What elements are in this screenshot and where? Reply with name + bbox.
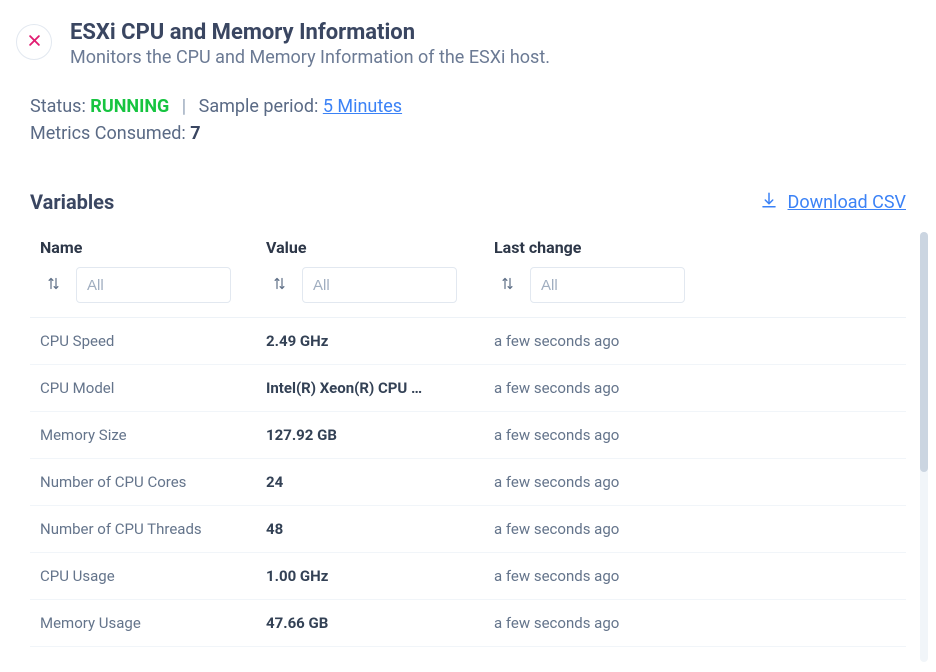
filter-input-last-change[interactable]	[530, 267, 685, 303]
table-row[interactable]: CPU ModelIntel(R) Xeon(R) CPU …a few sec…	[30, 365, 906, 412]
cell-value: 48	[266, 520, 494, 538]
filter-input-name[interactable]	[76, 267, 231, 303]
page-title: ESXi CPU and Memory Information	[70, 20, 906, 45]
metrics-line: Metrics Consumed: 7	[30, 123, 906, 144]
page-subtitle: Monitors the CPU and Memory Information …	[70, 47, 906, 68]
status-label: Status:	[30, 96, 90, 117]
sort-button-last-change[interactable]	[494, 272, 520, 298]
cell-name: CPU Speed	[40, 332, 266, 350]
download-csv-label: Download CSV	[788, 192, 906, 213]
cell-last-change: a few seconds ago	[494, 473, 896, 491]
sample-period-link[interactable]: 5 Minutes	[323, 96, 402, 117]
scrollbar-thumb[interactable]	[920, 232, 928, 472]
scrollbar-vertical[interactable]	[920, 232, 928, 662]
filter-input-value[interactable]	[302, 267, 457, 303]
cell-name: CPU Usage	[40, 567, 266, 585]
download-icon	[760, 191, 778, 214]
cell-value: 24	[266, 473, 494, 491]
metrics-value: 7	[190, 123, 200, 144]
cell-value: 47.66 GB	[266, 614, 494, 632]
variables-table: Name Value	[30, 232, 906, 647]
cell-last-change: a few seconds ago	[494, 614, 896, 632]
table-row[interactable]: Memory Size127.92 GBa few seconds ago	[30, 412, 906, 459]
cell-last-change: a few seconds ago	[494, 332, 896, 350]
status-separator: |	[182, 96, 186, 117]
table-row[interactable]: Number of CPU Threads48a few seconds ago	[30, 506, 906, 553]
sort-icon	[272, 276, 287, 295]
column-header-name: Name	[40, 238, 266, 257]
column-header-value: Value	[266, 238, 494, 257]
table-row[interactable]: Number of CPU Cores24a few seconds ago	[30, 459, 906, 506]
sort-icon	[46, 276, 61, 295]
table-body: CPU Speed2.49 GHza few seconds agoCPU Mo…	[30, 318, 906, 647]
cell-last-change: a few seconds ago	[494, 567, 896, 585]
cell-value: 2.49 GHz	[266, 332, 494, 350]
table-row[interactable]: CPU Usage1.00 GHza few seconds ago	[30, 553, 906, 600]
cell-last-change: a few seconds ago	[494, 426, 896, 444]
cell-value: Intel(R) Xeon(R) CPU …	[266, 379, 494, 397]
cell-last-change: a few seconds ago	[494, 379, 896, 397]
close-button[interactable]	[16, 24, 52, 60]
metrics-label: Metrics Consumed:	[30, 123, 190, 144]
cell-last-change: a few seconds ago	[494, 520, 896, 538]
table-row[interactable]: CPU Speed2.49 GHza few seconds ago	[30, 318, 906, 365]
cell-value: 127.92 GB	[266, 426, 494, 444]
cell-name: CPU Model	[40, 379, 266, 397]
cell-name: Memory Usage	[40, 614, 266, 632]
download-csv-link[interactable]: Download CSV	[760, 191, 906, 214]
table-row[interactable]: Memory Usage47.66 GBa few seconds ago	[30, 600, 906, 647]
table-header: Name Value	[30, 232, 906, 318]
cell-name: Number of CPU Threads	[40, 520, 266, 538]
sort-button-name[interactable]	[40, 272, 66, 298]
cell-name: Number of CPU Cores	[40, 473, 266, 491]
close-icon	[27, 33, 42, 51]
sample-period-label: Sample period:	[199, 96, 323, 117]
cell-name: Memory Size	[40, 426, 266, 444]
section-title-variables: Variables	[30, 190, 114, 214]
status-line: Status: RUNNING | Sample period: 5 Minut…	[30, 96, 906, 117]
column-header-last-change: Last change	[494, 238, 896, 257]
cell-value: 1.00 GHz	[266, 567, 494, 585]
sort-icon	[500, 276, 515, 295]
status-value: RUNNING	[90, 96, 169, 117]
sort-button-value[interactable]	[266, 272, 292, 298]
